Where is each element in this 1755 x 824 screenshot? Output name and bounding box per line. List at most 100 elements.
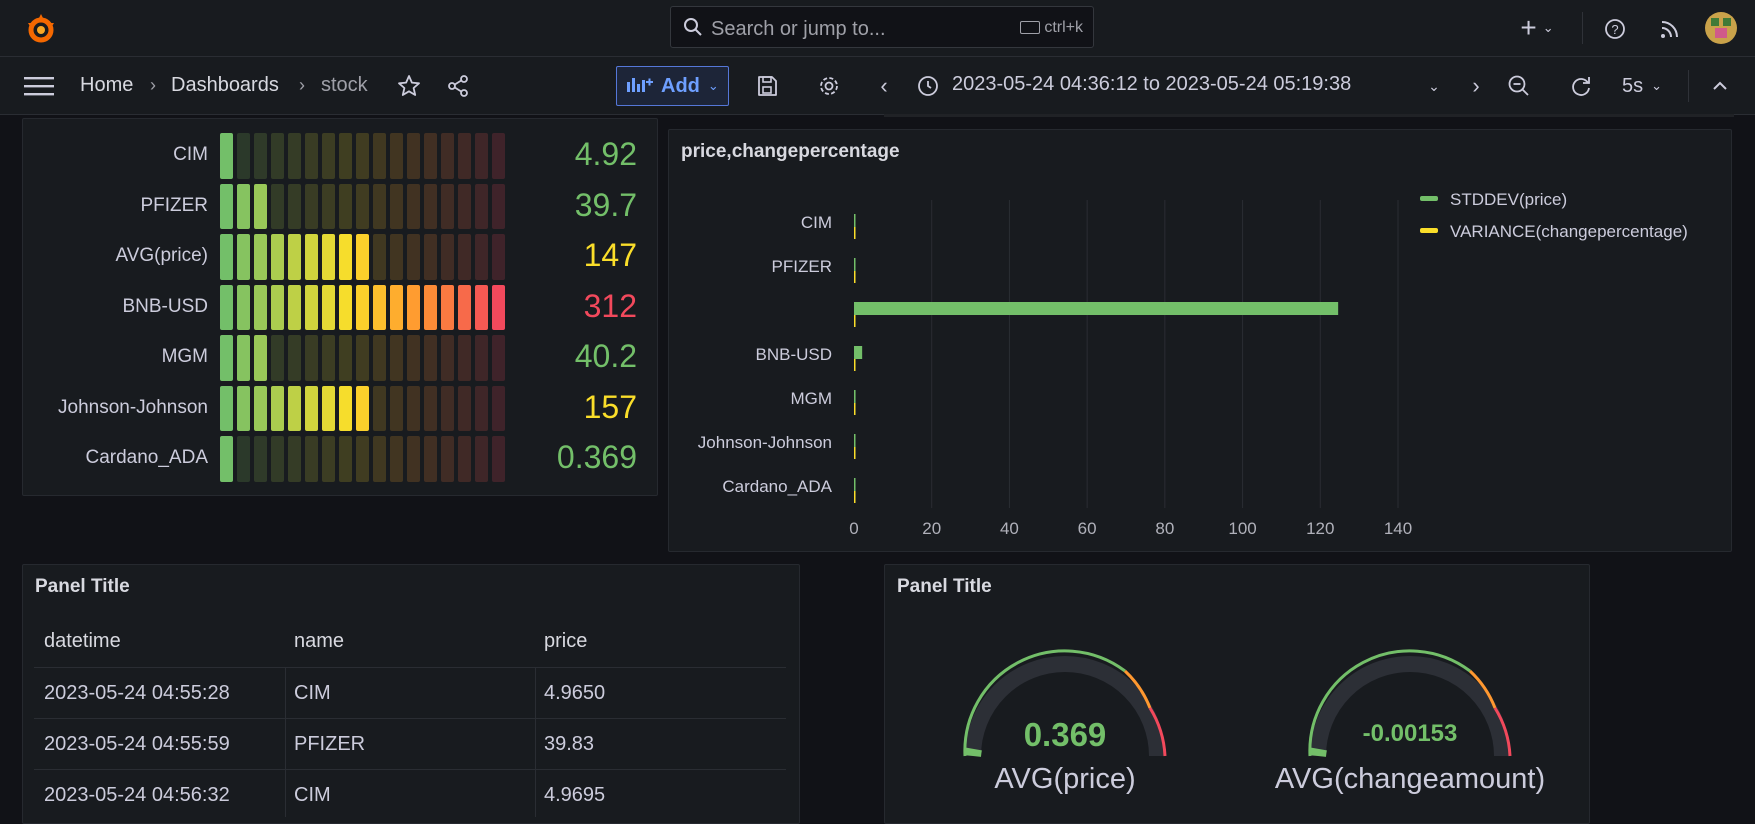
bar-gauge-cell (373, 133, 386, 179)
avatar[interactable] (1705, 12, 1737, 44)
bar-gauge-value: 147 (583, 237, 637, 273)
save-icon[interactable] (753, 72, 781, 100)
bar-gauge-cell (271, 284, 284, 330)
help-icon[interactable]: ? (1600, 14, 1630, 44)
bar-gauge-cell (339, 234, 352, 280)
divider (1688, 70, 1689, 102)
bar-gauge-cell (492, 234, 505, 280)
chevron-down-icon: ⌄ (1651, 78, 1663, 93)
bar-gauge-cell (373, 335, 386, 381)
y-category-label: CIM (801, 213, 832, 232)
bar-gauge-cell (288, 385, 301, 431)
bar-chart: 0 20 40 60 80 100 120 140 CIM PFIZER BNB-USD MGM Joh… (698, 190, 1688, 538)
bar-gauge-cell (339, 183, 352, 229)
refresh-icon[interactable] (1568, 73, 1594, 99)
column-header-datetime[interactable]: datetime (44, 630, 121, 653)
bar-gauge-cell (271, 234, 284, 280)
bar-gauge-cell (373, 436, 386, 482)
bar-gauge-cell (254, 133, 267, 179)
star-icon[interactable] (396, 73, 422, 99)
bar-gauge-cell (288, 335, 301, 381)
bar-gauge-cell (237, 183, 250, 229)
share-icon[interactable] (445, 73, 471, 99)
bar-gauge-cell (424, 436, 437, 482)
table-row[interactable]: 2023-05-24 04:55:28 CIM 4.9650 (34, 668, 786, 718)
breadcrumb-dashboards[interactable]: Dashboards (171, 74, 279, 97)
bar-gauge-cell (458, 385, 471, 431)
zoom-out-icon[interactable] (1506, 73, 1532, 99)
bar-gauge-cell (458, 335, 471, 381)
x-tick-label: 140 (1384, 519, 1412, 538)
time-range-picker[interactable]: 2023-05-24 04:36:12 to 2023-05-24 05:19:… (952, 73, 1351, 96)
bar-gauge-cell (237, 133, 250, 179)
time-back-icon[interactable]: ‹ (872, 73, 896, 98)
legend-label: STDDEV(price) (1450, 190, 1567, 209)
search-input[interactable]: Search or jump to... ctrl+k (670, 6, 1094, 48)
new-menu-button[interactable]: + ⌄ (1512, 12, 1562, 44)
cell-price: 39.83 (544, 733, 595, 755)
breadcrumb-separator: › (299, 75, 305, 95)
grafana-logo-icon[interactable] (20, 10, 62, 48)
bar-gauge-cell (458, 234, 471, 280)
bar-gauge-cell (441, 133, 454, 179)
refresh-interval-value: 5s (1621, 74, 1644, 97)
bar-gauge-cell (322, 183, 335, 229)
bar-gauge-cell (407, 133, 420, 179)
bar-gauge-cell (475, 436, 488, 482)
bar-gauge-cell (492, 183, 505, 229)
gear-icon[interactable] (815, 72, 843, 100)
bar-gauge-cell (424, 385, 437, 431)
bar-gauge-cell (356, 133, 369, 179)
bar-gauge-cell (356, 183, 369, 229)
bar-gauge-cell (220, 335, 233, 381)
bar-gauge-cell (271, 335, 284, 381)
panel-title: Panel Title (35, 576, 130, 597)
search-placeholder: Search or jump to... (711, 18, 886, 40)
bar-gauge-label: CIM (173, 144, 208, 165)
bar-gauge-cell (237, 335, 250, 381)
chevron-up-icon[interactable] (1706, 72, 1734, 100)
breadcrumb-home[interactable]: Home (80, 74, 133, 97)
panel-title: Panel Title (897, 576, 992, 597)
table-row[interactable]: 2023-05-24 04:55:59 PFIZER 39.83 (34, 719, 786, 769)
legend-label: VARIANCE(changepercentage) (1450, 222, 1688, 241)
bar-gauge-cell (339, 133, 352, 179)
column-header-price[interactable]: price (544, 630, 587, 653)
news-feed-icon[interactable] (1655, 14, 1685, 44)
bar-gauge-cell (339, 284, 352, 330)
add-panel-icon (627, 74, 653, 98)
bar-gauge-cell (271, 385, 284, 431)
column-header-name[interactable]: name (294, 630, 344, 653)
bar-gauge-cell (339, 335, 352, 381)
bar-gauge-cell (475, 335, 488, 381)
bar-gauge-label: MGM (161, 346, 208, 367)
bar-gauge-cell (373, 284, 386, 330)
bar-variance-changepercentage (854, 227, 856, 239)
bar-gauge-value: 157 (583, 388, 637, 425)
bar-gauge-cell (492, 335, 505, 381)
bar-gauge-cell (458, 183, 471, 229)
bar-gauge-cell (305, 183, 318, 229)
refresh-interval-picker[interactable]: 5s ⌄ (1614, 72, 1670, 100)
bar-gauge-cell (424, 234, 437, 280)
cell-datetime: 2023-05-24 04:56:32 (44, 784, 230, 806)
bar-gauge-cell (254, 234, 267, 280)
gauge-label: AVG(changeamount) (1274, 763, 1546, 795)
legend-swatch (1420, 196, 1438, 201)
x-tick-label: 40 (1000, 519, 1019, 538)
chevron-down-icon[interactable]: ⌄ (1424, 74, 1444, 98)
bar-gauge-cell (271, 133, 284, 179)
bar-stddev-price (854, 478, 856, 491)
menu-icon[interactable] (22, 71, 56, 101)
add-button[interactable]: Add ⌄ (616, 66, 729, 106)
bar-gauge-cell (390, 183, 403, 229)
time-forward-icon[interactable]: › (1464, 73, 1488, 98)
table-row[interactable]: 2023-05-24 04:56:32 CIM 4.9695 (34, 770, 786, 815)
bar-gauge-cell (271, 183, 284, 229)
bar-gauge-cell (373, 183, 386, 229)
x-tick-label: 60 (1078, 519, 1097, 538)
bar-gauge-cell (407, 335, 420, 381)
bar-gauge-cell (305, 385, 318, 431)
bar-gauge-label: AVG(price) (115, 245, 208, 266)
bar-gauge-cell (492, 284, 505, 330)
